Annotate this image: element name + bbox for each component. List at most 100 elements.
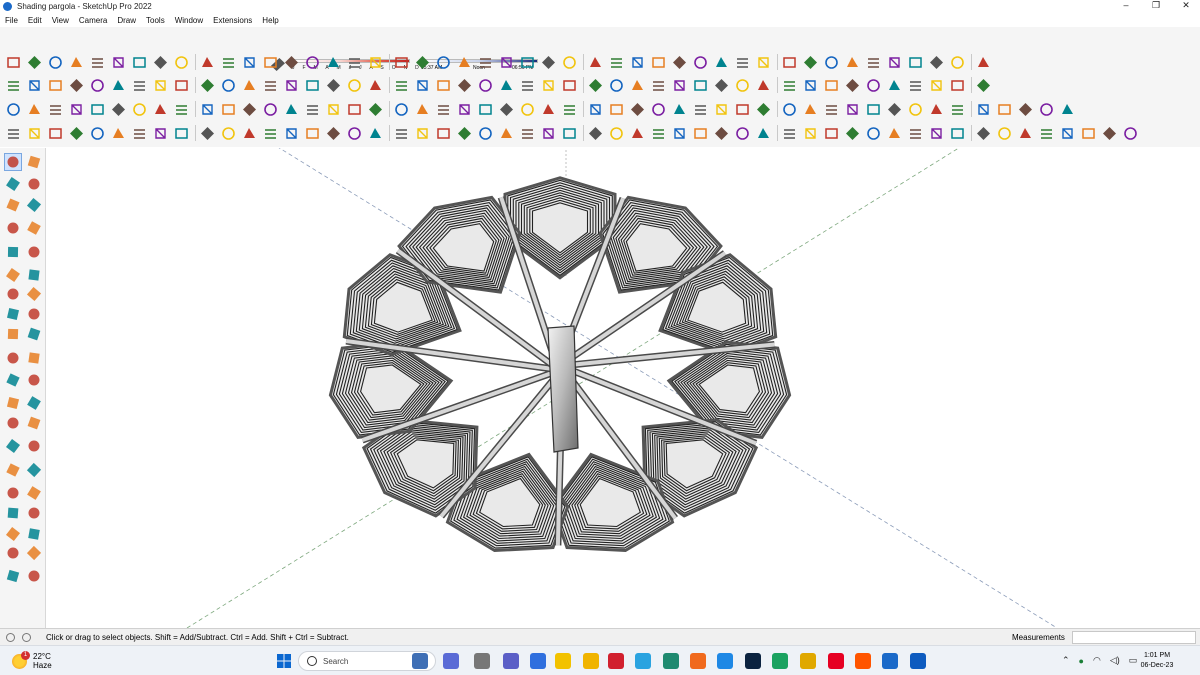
sketchup-layout-icon[interactable] xyxy=(663,653,679,669)
brave-icon[interactable] xyxy=(690,653,706,669)
eraser-icon[interactable] xyxy=(26,176,42,192)
toolbar-tool-icon[interactable] xyxy=(174,78,189,93)
toolbar-tool-icon[interactable] xyxy=(326,102,341,117)
toolbar-tool-icon[interactable] xyxy=(326,55,341,70)
onedrive-icon[interactable]: ● xyxy=(1079,656,1084,666)
orbit-icon[interactable] xyxy=(5,462,21,478)
toolbar-tool-icon[interactable] xyxy=(824,78,839,93)
toolbar-tool-icon[interactable] xyxy=(782,78,797,93)
toolbar-tool-icon[interactable] xyxy=(200,55,215,70)
battery-icon[interactable]: ▭ xyxy=(1129,655,1138,666)
toolbar-tool-icon[interactable] xyxy=(929,102,944,117)
toolbar-tool-icon[interactable] xyxy=(588,126,603,141)
toolbar-tool-icon[interactable] xyxy=(200,78,215,93)
toolbar-tool-icon[interactable] xyxy=(588,78,603,93)
toolbar-tool-icon[interactable] xyxy=(866,78,881,93)
toolbar-tool-icon[interactable] xyxy=(541,126,556,141)
toolbar-tool-icon[interactable] xyxy=(866,102,881,117)
toolbar-tool-icon[interactable] xyxy=(6,55,21,70)
start-button[interactable] xyxy=(276,653,292,669)
push-pull-icon[interactable] xyxy=(26,326,42,342)
toolbar-tool-icon[interactable] xyxy=(305,126,320,141)
toolbar-tool-icon[interactable] xyxy=(845,102,860,117)
opera-icon[interactable] xyxy=(608,653,624,669)
toolbar-tool-icon[interactable] xyxy=(541,78,556,93)
toolbar-tool-icon[interactable] xyxy=(347,126,362,141)
toolbar-tool-icon[interactable] xyxy=(672,102,687,117)
credits-icon[interactable] xyxy=(22,633,31,642)
3d-text-icon[interactable] xyxy=(26,415,42,431)
menu-window[interactable]: Window xyxy=(170,16,208,25)
toolbar-tool-icon[interactable] xyxy=(1018,102,1033,117)
toolbar-tool-icon[interactable] xyxy=(90,126,105,141)
toolbar-tool-icon[interactable] xyxy=(976,55,991,70)
text-tool-icon[interactable] xyxy=(26,395,42,411)
toolbar-tool-icon[interactable] xyxy=(221,78,236,93)
toolbar-tool-icon[interactable] xyxy=(90,78,105,93)
offset-icon[interactable] xyxy=(5,306,21,322)
toolbar-tool-icon[interactable] xyxy=(326,78,341,93)
menu-extensions[interactable]: Extensions xyxy=(208,16,257,25)
teams-icon[interactable] xyxy=(503,653,519,669)
tape-measure-icon[interactable] xyxy=(5,395,21,411)
toolbar-tool-icon[interactable] xyxy=(976,78,991,93)
rotate-icon[interactable] xyxy=(5,350,21,366)
previous-view-icon[interactable] xyxy=(26,505,42,521)
chrome-icon[interactable] xyxy=(800,653,816,669)
telegram-icon[interactable] xyxy=(635,653,651,669)
menu-camera[interactable]: Camera xyxy=(74,16,112,25)
widgets-icon[interactable] xyxy=(443,653,459,669)
volume-icon[interactable]: ◁) xyxy=(1110,655,1120,666)
toolbar-tool-icon[interactable] xyxy=(562,55,577,70)
menu-help[interactable]: Help xyxy=(257,16,283,25)
toolbar-tool-icon[interactable] xyxy=(499,102,514,117)
toolbar-tool-icon[interactable] xyxy=(174,102,189,117)
toolbar-tool-icon[interactable] xyxy=(609,126,624,141)
toolbar-tool-icon[interactable] xyxy=(520,78,535,93)
toolbar-tool-icon[interactable] xyxy=(478,126,493,141)
minimize-button[interactable]: – xyxy=(1120,0,1132,11)
toolbar-tool-icon[interactable] xyxy=(499,55,514,70)
toolbar-tool-icon[interactable] xyxy=(48,102,63,117)
photoshop-icon[interactable] xyxy=(745,653,761,669)
toolbar-tool-icon[interactable] xyxy=(305,55,320,70)
toolbar-tool-icon[interactable] xyxy=(368,126,383,141)
toolbar-tool-icon[interactable] xyxy=(520,102,535,117)
toolbar-tool-icon[interactable] xyxy=(756,78,771,93)
toolbar-tool-icon[interactable] xyxy=(562,126,577,141)
toolbar-tool-icon[interactable] xyxy=(394,78,409,93)
toolbar-tool-icon[interactable] xyxy=(908,55,923,70)
menu-tools[interactable]: Tools xyxy=(141,16,170,25)
toolbar-tool-icon[interactable] xyxy=(1060,126,1075,141)
toolbar-tool-icon[interactable] xyxy=(929,126,944,141)
toolbar-tool-icon[interactable] xyxy=(651,102,666,117)
toolbar-tool-icon[interactable] xyxy=(27,55,42,70)
toolbar-tool-icon[interactable] xyxy=(436,55,451,70)
toolbar-tool-icon[interactable] xyxy=(111,126,126,141)
calendar-icon[interactable] xyxy=(530,653,546,669)
toolbar-tool-icon[interactable] xyxy=(714,126,729,141)
model-viewport[interactable] xyxy=(47,148,1200,628)
toolbar-tool-icon[interactable] xyxy=(457,126,472,141)
sticky-notes-icon[interactable] xyxy=(555,653,571,669)
toolbar-tool-icon[interactable] xyxy=(457,55,472,70)
toolbar-tool-icon[interactable] xyxy=(651,126,666,141)
toolbar-tool-icon[interactable] xyxy=(221,55,236,70)
toolbar-tool-icon[interactable] xyxy=(263,126,278,141)
offset-tool-icon[interactable] xyxy=(26,372,42,388)
arc-icon[interactable] xyxy=(5,286,21,302)
toolbar-tool-icon[interactable] xyxy=(782,102,797,117)
toolbar-tool-icon[interactable] xyxy=(305,102,320,117)
toolbar-tool-icon[interactable] xyxy=(153,78,168,93)
toolbar-tool-icon[interactable] xyxy=(415,78,430,93)
zoom-window-icon[interactable] xyxy=(26,485,42,501)
toolbar-tool-icon[interactable] xyxy=(6,102,21,117)
toolbar-tool-icon[interactable] xyxy=(242,55,257,70)
toolbar-tool-icon[interactable] xyxy=(132,126,147,141)
toolbar-tool-icon[interactable] xyxy=(782,55,797,70)
drive-icon[interactable] xyxy=(772,653,788,669)
toolbar-tool-icon[interactable] xyxy=(588,102,603,117)
measurements-input[interactable] xyxy=(1072,631,1196,644)
toolbar-tool-icon[interactable] xyxy=(394,102,409,117)
toolbar-tool-icon[interactable] xyxy=(1018,126,1033,141)
